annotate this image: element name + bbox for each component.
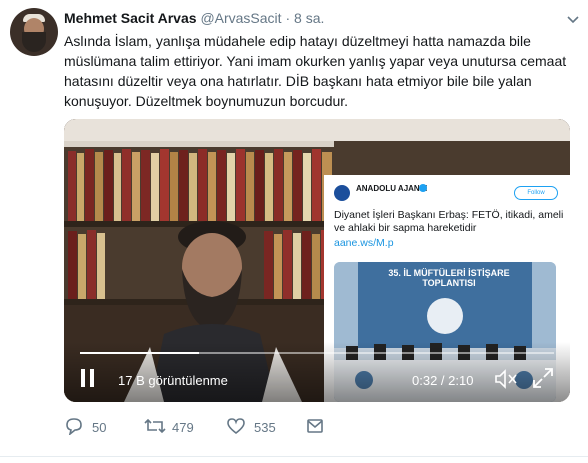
verified-icon bbox=[419, 184, 427, 192]
pause-icon[interactable] bbox=[80, 368, 96, 388]
envelope-icon bbox=[307, 419, 323, 433]
heart-icon bbox=[227, 418, 245, 435]
conference-title: 35. İL MÜFTÜLERİ İSTİŞARE TOPLANTISI bbox=[388, 268, 510, 288]
tweet-time[interactable]: 8 sa. bbox=[294, 10, 324, 26]
card-follow-button: Follow bbox=[514, 186, 558, 200]
anadolu-logo-icon bbox=[334, 185, 350, 201]
video-controls: 17 B görüntülenme 0:32 / 2:10 bbox=[64, 342, 570, 402]
tweet: Mehmet Sacit Arvas @ArvasSacit · 8 sa. A… bbox=[0, 0, 588, 463]
view-count: 17 B görüntülenme bbox=[118, 373, 228, 388]
reply-count: 50 bbox=[92, 420, 107, 435]
avatar[interactable] bbox=[10, 8, 58, 56]
author-name[interactable]: Mehmet Sacit Arvas bbox=[64, 10, 197, 26]
card-link: aane.ws/M.p bbox=[334, 237, 394, 249]
tweet-header: Mehmet Sacit Arvas @ArvasSacit · 8 sa. bbox=[64, 10, 324, 26]
author-handle[interactable]: @ArvasSacit bbox=[200, 10, 281, 26]
time-separator: · bbox=[285, 10, 291, 26]
retweet-count: 479 bbox=[172, 420, 194, 435]
fullscreen-icon[interactable] bbox=[532, 367, 554, 389]
card-account-name: ANADOLU AJANSI bbox=[356, 184, 428, 193]
video-time: 0:32 / 2:10 bbox=[412, 373, 474, 388]
mute-icon[interactable] bbox=[494, 368, 518, 390]
progress-bar[interactable] bbox=[80, 352, 554, 354]
tweet-divider bbox=[0, 456, 588, 457]
retweet-icon bbox=[144, 418, 166, 434]
chevron-down-icon[interactable] bbox=[566, 12, 580, 24]
tweet-text: Aslında İslam, yanlışa müdahele edip hat… bbox=[64, 33, 567, 109]
reply-icon bbox=[66, 418, 82, 435]
progress-fill bbox=[80, 352, 199, 354]
video-player[interactable]: ANADOLU AJANSI Follow Diyanet İşleri Baş… bbox=[64, 119, 570, 402]
card-text: Diyanet İşleri Başkanı Erbaş: FETÖ, itik… bbox=[334, 209, 564, 234]
like-count: 535 bbox=[254, 420, 276, 435]
tweet-actions: 50 479 535 bbox=[64, 416, 364, 438]
